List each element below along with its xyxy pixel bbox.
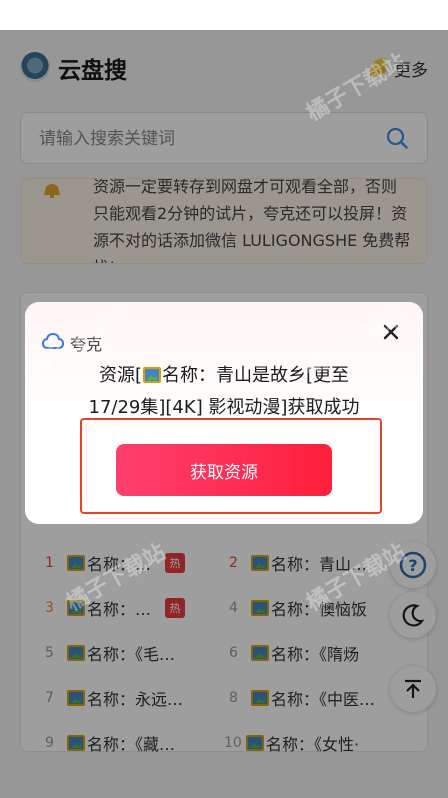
status-strip — [0, 0, 448, 30]
modal-message: 资源[名称：青山是故乡[更至 17/29集][4K] 影视动漫]获取成功 — [45, 360, 403, 424]
message-line2: 17/29集][4K] 影视动漫]获取成功 — [88, 397, 360, 418]
get-resource-button[interactable]: 获取资源 — [116, 444, 332, 496]
image-icon — [143, 367, 161, 383]
message-prefix: 资源[ — [98, 365, 142, 386]
